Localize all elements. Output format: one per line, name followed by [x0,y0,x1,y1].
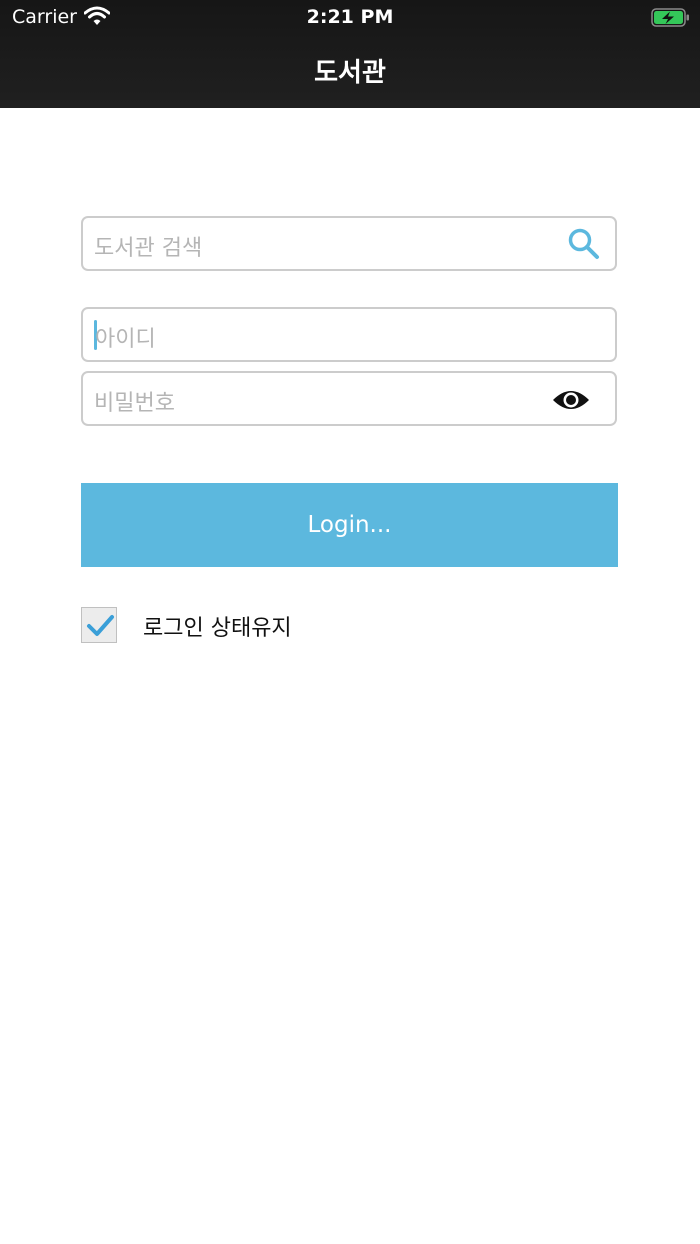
top-bar: Carrier 2:21 PM 도서관 [0,0,700,108]
login-button[interactable]: Login... [81,483,618,567]
user-id-input[interactable]: 아이디 [81,307,617,362]
status-bar: Carrier 2:21 PM [0,0,700,36]
id-placeholder: 아이디 [95,327,156,352]
battery-charging-icon [651,8,691,32]
password-placeholder: 비밀번호 [94,391,175,416]
password-input[interactable]: 비밀번호 [81,371,617,426]
eye-icon[interactable] [551,388,591,416]
library-search-input[interactable]: 도서관 검색 [81,216,617,271]
search-icon[interactable] [567,227,601,265]
remember-login-checkbox[interactable] [81,607,117,643]
status-time: 2:21 PM [306,6,394,28]
checkmark-icon [85,611,115,645]
search-placeholder: 도서관 검색 [94,236,203,261]
nav-title: 도서관 [314,58,386,88]
login-screen: Carrier 2:21 PM 도서관 도서관 검색 아이디 비밀번호 Logi… [0,0,700,1244]
remember-login-label[interactable]: 로그인 상태유지 [143,610,292,642]
